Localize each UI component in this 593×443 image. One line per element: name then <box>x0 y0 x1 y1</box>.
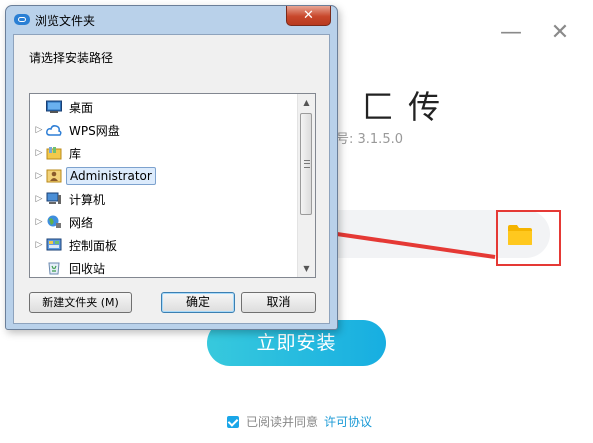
tree-item-control-panel[interactable]: ▷ 控制面板 <box>30 235 120 255</box>
desktop-icon <box>46 100 62 113</box>
tree-item-label: 回收站 <box>69 261 106 276</box>
chevron-right-icon[interactable]: ▷ <box>34 148 44 158</box>
chevron-right-icon[interactable]: ▷ <box>34 171 44 181</box>
cloud-icon <box>46 125 62 136</box>
dialog-prompt: 请选择安装路径 <box>29 51 114 65</box>
recycle-bin-icon <box>48 262 60 275</box>
tree-item-label: 控制面板 <box>69 238 118 253</box>
chevron-right-icon[interactable]: ▷ <box>34 240 44 250</box>
new-folder-button[interactable]: 新建文件夹 (M) <box>29 292 132 313</box>
library-icon <box>46 147 62 160</box>
cancel-button[interactable]: 取消 <box>241 292 316 313</box>
tree-item-label: 库 <box>69 146 82 161</box>
dialog-body: 请选择安装路径 桌面 ▷ WPS网盘 ▷ 库 ▷ Administrator ▷… <box>13 34 330 324</box>
folder-tree[interactable]: 桌面 ▷ WPS网盘 ▷ 库 ▷ Administrator ▷ 计算机 ▷ 网… <box>29 93 316 278</box>
tree-item-label: 计算机 <box>69 192 106 207</box>
chevron-right-icon[interactable]: ▷ <box>34 194 44 204</box>
user-folder-icon <box>46 169 62 183</box>
tree-item-computer[interactable]: ▷ 计算机 <box>30 189 108 209</box>
tree-item-recycle-bin[interactable]: 回收站 <box>30 258 108 278</box>
scroll-down-icon[interactable]: ▼ <box>298 260 315 277</box>
browse-folder-dialog: 浏览文件夹 ✕ 请选择安装路径 桌面 ▷ WPS网盘 ▷ 库 ▷ Adminis… <box>5 5 338 330</box>
tree-item-label: WPS网盘 <box>69 123 120 138</box>
dialog-titlebar[interactable]: 浏览文件夹 ✕ <box>6 6 337 34</box>
scroll-up-icon[interactable]: ▲ <box>298 94 315 111</box>
tree-item-label: Administrator <box>66 167 156 185</box>
tree-item-wps-cloud[interactable]: ▷ WPS网盘 <box>30 120 123 140</box>
tree-item-library[interactable]: ▷ 库 <box>30 143 84 163</box>
chevron-right-icon[interactable]: ▷ <box>34 217 44 227</box>
ok-button[interactable]: 确定 <box>161 292 235 313</box>
tree-item-label: 桌面 <box>69 100 94 115</box>
control-panel-icon <box>46 238 62 251</box>
tree-item-desktop[interactable]: 桌面 <box>30 97 96 117</box>
tree-item-label: 网络 <box>69 215 94 230</box>
dialog-title: 浏览文件夹 <box>35 14 96 28</box>
dialog-close-button[interactable]: ✕ <box>286 6 331 26</box>
grip-icon <box>304 160 310 168</box>
computer-icon <box>46 192 61 204</box>
chevron-right-icon[interactable]: ▷ <box>34 125 44 135</box>
network-icon <box>47 215 61 228</box>
tree-item-administrator[interactable]: ▷ Administrator <box>30 166 156 186</box>
tree-item-network[interactable]: ▷ 网络 <box>30 212 96 232</box>
scroll-thumb[interactable] <box>300 113 312 215</box>
tree-scrollbar[interactable]: ▲ ▼ <box>297 94 315 277</box>
app-icon <box>14 14 30 25</box>
